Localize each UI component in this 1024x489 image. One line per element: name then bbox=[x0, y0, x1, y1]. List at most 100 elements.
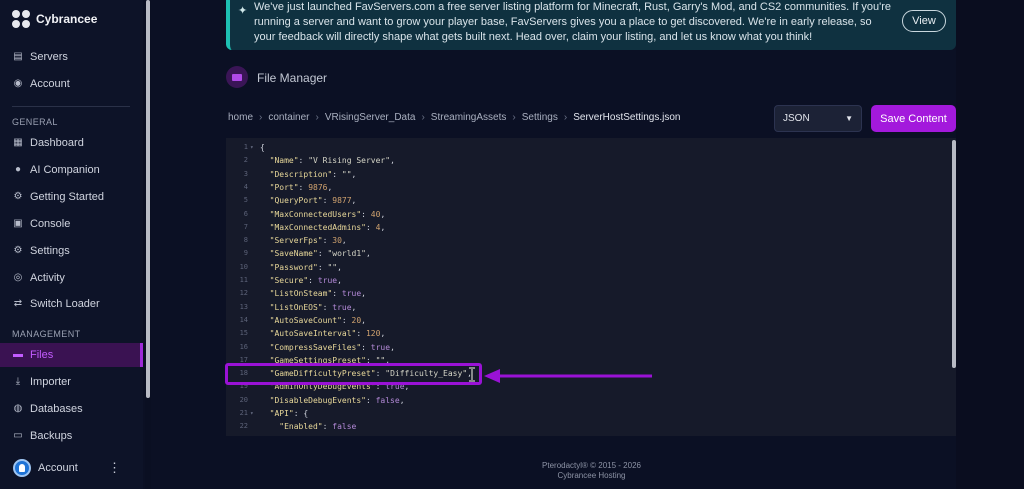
sidebar-item-label: Databases bbox=[30, 403, 83, 415]
sidebar-item-label: Settings bbox=[30, 245, 70, 257]
json-value: 4 bbox=[375, 222, 381, 232]
code-line[interactable]: 11 "Secure": true, bbox=[226, 274, 956, 287]
breadcrumb-item[interactable]: StreamingAssets bbox=[431, 112, 507, 123]
code-editor[interactable]: 1 ▾{2 "Name": "V Rising Server", 3 "Descri… bbox=[226, 138, 956, 436]
json-key: "MaxConnectedUsers" bbox=[269, 209, 362, 219]
sidebar-item-databases[interactable]: ◍ Databases bbox=[0, 397, 143, 421]
code-content: "Enabled": false bbox=[279, 422, 357, 432]
code-content: "MaxConnectedAdmins": 4, bbox=[269, 222, 386, 232]
line-number: 11 bbox=[239, 276, 248, 284]
json-key: "AutoSaveInterval" bbox=[269, 329, 357, 339]
json-value: 9877 bbox=[332, 196, 352, 206]
code-content: "Secure": true, bbox=[269, 276, 342, 285]
code-line[interactable]: 20 "DisableDebugEvents": false, bbox=[226, 394, 956, 407]
json-key: "API" bbox=[269, 409, 294, 418]
code-line[interactable]: 1 ▾ { bbox=[226, 141, 956, 154]
code-line[interactable]: 13 "ListOnEOS": true, bbox=[226, 301, 956, 314]
code-line[interactable]: 9 "SaveName": "world1", bbox=[226, 247, 956, 260]
view-button[interactable]: View bbox=[902, 10, 946, 32]
section-label-management: MANAGEMENT bbox=[12, 329, 81, 339]
sidebar-item-label: Servers bbox=[30, 51, 68, 63]
code-line[interactable]: 14 "AutoSaveCount": 20, bbox=[226, 314, 956, 327]
json-key: "ListOnSteam" bbox=[269, 289, 333, 299]
sidebar-item-switch-loader[interactable]: ⇄ Switch Loader bbox=[0, 292, 143, 316]
sidebar-item-backups[interactable]: ▭ Backups bbox=[0, 424, 143, 448]
gear-icon: ⚙ bbox=[13, 245, 23, 256]
code-token: { bbox=[260, 143, 265, 152]
code-content: "Name": "V Rising Server", bbox=[269, 156, 395, 166]
sidebar-scrollbar[interactable] bbox=[145, 0, 151, 489]
code-content: "API": { bbox=[269, 409, 309, 418]
code-line[interactable]: 3 "Description": "", bbox=[226, 168, 956, 181]
breadcrumb-item[interactable]: container bbox=[268, 112, 309, 123]
breadcrumb-item[interactable]: VRisingServer_Data bbox=[325, 112, 416, 123]
archive-icon: ▭ bbox=[13, 430, 23, 441]
swap-icon: ⇄ bbox=[13, 298, 23, 309]
sidebar-item-account[interactable]: ◉ Account bbox=[0, 72, 143, 96]
code-line[interactable]: 16 "CompressSaveFiles": true, bbox=[226, 341, 956, 354]
code-content: "DisableDebugEvents": false, bbox=[269, 395, 405, 405]
code-line[interactable]: 10 "Password": "", bbox=[226, 261, 956, 274]
line-number: 8 bbox=[243, 236, 248, 245]
code-line[interactable]: 2 "Name": "V Rising Server", bbox=[226, 154, 956, 167]
sidebar-item-files[interactable]: ▬ Files bbox=[0, 343, 143, 367]
json-value: 9876 bbox=[308, 182, 328, 192]
code-line[interactable]: 7 "MaxConnectedAdmins": 4, bbox=[226, 221, 956, 234]
code-line[interactable]: 6 "MaxConnectedUsers": 40, bbox=[226, 208, 956, 221]
code-content: { bbox=[260, 141, 265, 154]
breadcrumb-item[interactable]: home bbox=[228, 112, 253, 123]
sidebar-item-label: Files bbox=[30, 349, 54, 361]
scrollbar-thumb[interactable] bbox=[146, 0, 150, 398]
json-value: 30 bbox=[332, 236, 342, 246]
editor-scrollbar[interactable] bbox=[952, 140, 956, 368]
json-key: "Port" bbox=[269, 182, 299, 192]
code-line[interactable]: 22 "Enabled": false bbox=[226, 420, 956, 433]
code-line[interactable]: 21 ▾ "API": { bbox=[226, 407, 956, 420]
line-number: 5 bbox=[243, 196, 248, 205]
json-key: "CompressSaveFiles" bbox=[269, 342, 362, 352]
json-key: "Description" bbox=[269, 169, 333, 179]
json-key: "SaveName" bbox=[269, 249, 318, 259]
page-title: File Manager bbox=[257, 71, 328, 85]
footer-host: Cybrancee Hosting bbox=[557, 471, 626, 480]
fold-toggle-icon[interactable]: ▾ bbox=[250, 141, 254, 154]
server-icon: ▤ bbox=[13, 51, 23, 62]
line-number: 12 bbox=[239, 289, 248, 298]
sidebar-divider bbox=[12, 106, 130, 107]
sidebar-item-importer[interactable]: ⤓ Importer bbox=[0, 370, 143, 394]
code-line[interactable]: 5 "QueryPort": 9877, bbox=[226, 194, 956, 207]
fold-toggle-icon[interactable]: ▾ bbox=[250, 407, 254, 420]
json-key: "QueryPort" bbox=[269, 196, 323, 206]
cybrancee-logo-icon bbox=[12, 10, 30, 28]
sidebar-item-servers[interactable]: ▤ Servers bbox=[0, 45, 143, 69]
language-mode-select[interactable]: JSON ▼ bbox=[774, 105, 862, 132]
grid-icon: ▦ bbox=[13, 137, 23, 148]
sidebar-item-ai-companion[interactable]: ● AI Companion bbox=[0, 158, 143, 182]
page-right-gutter bbox=[956, 0, 1024, 489]
line-number: 7 bbox=[243, 222, 248, 231]
line-number: 13 bbox=[239, 302, 248, 311]
save-content-button[interactable]: Save Content bbox=[871, 105, 956, 132]
code-line[interactable]: 4 "Port": 9876, bbox=[226, 181, 956, 194]
sidebar-item-settings[interactable]: ⚙ Settings bbox=[0, 239, 143, 263]
breadcrumb-item[interactable]: Settings bbox=[522, 112, 558, 123]
code-line[interactable]: 12 "ListOnSteam": true, bbox=[226, 287, 956, 300]
sidebar-item-getting-started[interactable]: ⚙ Getting Started bbox=[0, 185, 143, 209]
sidebar-item-dashboard[interactable]: ▦ Dashboard bbox=[0, 131, 143, 155]
json-value: "V Rising Server" bbox=[308, 156, 391, 166]
select-value: JSON bbox=[783, 113, 810, 124]
code-line[interactable]: 8 "ServerFps": 30, bbox=[226, 234, 956, 247]
json-key: "Secure" bbox=[269, 276, 309, 285]
download-icon: ⤓ bbox=[15, 376, 21, 387]
sidebar-item-console[interactable]: ▣ Console bbox=[0, 212, 143, 236]
highlight-box bbox=[225, 363, 482, 385]
code-content: "MaxConnectedUsers": 40, bbox=[269, 209, 386, 219]
brand-name: Cybrancee bbox=[36, 12, 98, 26]
brand[interactable]: Cybrancee bbox=[12, 10, 97, 28]
line-number: 1 bbox=[243, 143, 248, 151]
json-key: "Enabled" bbox=[279, 422, 323, 432]
line-number: 14 bbox=[239, 315, 248, 324]
sidebar-item-activity[interactable]: ◎ Activity bbox=[0, 266, 143, 290]
json-value: true bbox=[317, 276, 338, 285]
code-line[interactable]: 15 "AutoSaveInterval": 120, bbox=[226, 327, 956, 340]
